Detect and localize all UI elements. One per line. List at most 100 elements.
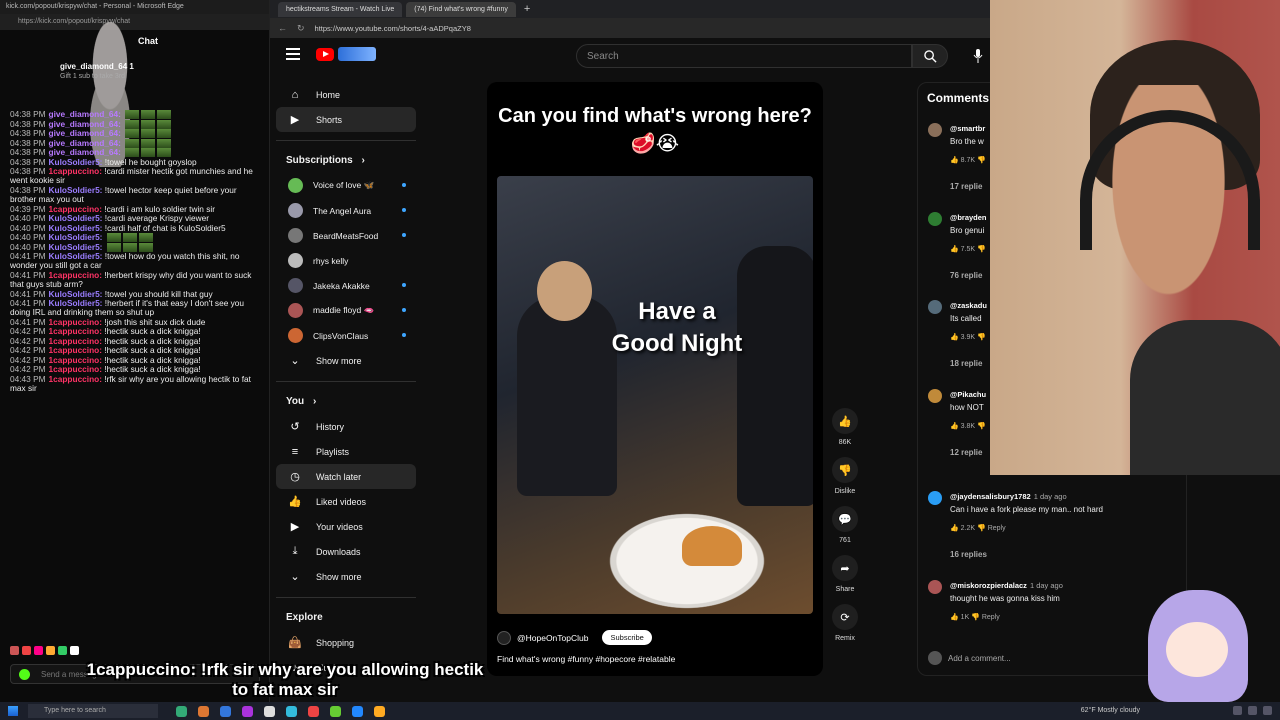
- subscriptions-heading[interactable]: Subscriptions ›: [276, 147, 416, 173]
- video-frame[interactable]: Have a Good Night: [497, 176, 813, 614]
- you-heading[interactable]: You ›: [276, 388, 416, 414]
- subscription-item[interactable]: The Angel Aura: [276, 198, 416, 223]
- commenter-handle[interactable]: @zaskadu: [950, 301, 987, 310]
- reload-icon[interactable]: ↻: [297, 23, 305, 34]
- tray-icon[interactable]: [1248, 706, 1257, 715]
- reply-button[interactable]: Reply: [982, 614, 1000, 621]
- commenter-handle[interactable]: @Pikachu: [950, 390, 986, 399]
- thumbs-up-icon[interactable]: 👍: [950, 157, 961, 164]
- action-item[interactable]: 👍 86K: [827, 408, 863, 457]
- url-text[interactable]: https://www.youtube.com/shorts/4-aADPqaZ…: [315, 24, 471, 33]
- thumbs-down-icon[interactable]: 👎: [975, 525, 988, 532]
- app-icon[interactable]: [330, 705, 341, 717]
- action-item[interactable]: ➦ Share: [827, 555, 863, 604]
- channel-avatar[interactable]: [497, 630, 511, 645]
- message-user[interactable]: give_diamond_64:: [49, 119, 121, 129]
- commenter-name[interactable]: @brayden: [950, 213, 990, 222]
- thumbs-up-icon[interactable]: 👍: [950, 614, 961, 621]
- action-icon[interactable]: 👍: [832, 408, 858, 434]
- new-tab-icon[interactable]: +: [524, 3, 530, 15]
- explore-item[interactable]: 👜 Shopping: [276, 630, 416, 655]
- message-user[interactable]: give_diamond_64:: [49, 128, 121, 138]
- app-icon[interactable]: [374, 705, 385, 717]
- tab-youtube-short[interactable]: (74) Find what's wrong #funny: [406, 1, 516, 17]
- commenter-handle[interactable]: @brayden: [950, 213, 987, 222]
- subscription-item[interactable]: Voice of love 🦋: [276, 173, 416, 198]
- youtube-doodle-logo[interactable]: [338, 47, 376, 61]
- thumbs-up-icon[interactable]: 👍: [950, 525, 961, 532]
- app-icon[interactable]: [352, 705, 363, 717]
- commenter-handle[interactable]: @miskorozpierdalacz: [950, 581, 1027, 590]
- action-icon[interactable]: ➦: [832, 555, 858, 581]
- menu-icon[interactable]: [286, 48, 300, 60]
- commenter-avatar[interactable]: [928, 123, 942, 137]
- replies-toggle[interactable]: 16 replies: [950, 550, 987, 559]
- address-bar[interactable]: ← ↻ https://www.youtube.com/shorts/4-aAD…: [270, 18, 990, 38]
- commenter-name[interactable]: @Pikachu: [950, 390, 989, 399]
- app-icon[interactable]: [220, 705, 231, 717]
- action-icon[interactable]: 👎: [832, 457, 858, 483]
- thumbs-down-icon[interactable]: 👎: [975, 157, 986, 164]
- add-comment-row[interactable]: Add a comment...: [928, 651, 1011, 665]
- back-icon[interactable]: ←: [278, 23, 287, 33]
- tray-icon[interactable]: [1233, 706, 1242, 715]
- app-icon[interactable]: [286, 705, 297, 717]
- emote-bar[interactable]: [10, 646, 185, 658]
- message-user[interactable]: KuloSoldier5:: [49, 232, 103, 242]
- shorts-player[interactable]: Can you find what's wrong here? 🥩😭 Have …: [487, 82, 823, 676]
- replies-toggle[interactable]: 76 replie: [950, 271, 982, 280]
- you-item[interactable]: ⤓ Downloads: [276, 539, 416, 564]
- search-input[interactable]: Search: [576, 44, 912, 68]
- replies-toggle[interactable]: 18 replie: [950, 359, 982, 368]
- start-icon[interactable]: [8, 706, 18, 716]
- show-more-subscriptions[interactable]: ⌄ Show more: [276, 348, 416, 373]
- search-button[interactable]: [912, 44, 948, 68]
- action-item[interactable]: ⟳ Remix: [827, 604, 863, 653]
- subscribe-button[interactable]: Subscribe: [602, 630, 652, 645]
- app-icon[interactable]: [264, 705, 275, 717]
- replies-toggle[interactable]: 12 replie: [950, 448, 982, 457]
- commenter-name[interactable]: @miskorozpierdalacz 1 day ago: [950, 581, 1063, 590]
- you-item[interactable]: ▶ Your videos: [276, 514, 416, 539]
- replies-toggle[interactable]: 17 replie: [950, 182, 982, 191]
- commenter-avatar[interactable]: [928, 300, 942, 314]
- action-icon[interactable]: 💬: [832, 506, 858, 532]
- app-icon[interactable]: [198, 705, 209, 717]
- you-item[interactable]: ◷ Watch later: [276, 464, 416, 489]
- commenter-name[interactable]: @zaskadu: [950, 301, 990, 310]
- message-user[interactable]: give_diamond_64:: [49, 109, 121, 119]
- message-user[interactable]: 1cappuccino:: [49, 374, 102, 384]
- action-item[interactable]: 💬 761: [827, 506, 863, 555]
- commenter-name[interactable]: @smartbr: [950, 124, 988, 133]
- action-item[interactable]: 👎 Dislike: [827, 457, 863, 506]
- video-description[interactable]: Find what's wrong #funny #hopecore #rela…: [497, 654, 675, 664]
- you-item[interactable]: ↺ History: [276, 414, 416, 439]
- thumbs-down-icon[interactable]: 👎: [975, 334, 986, 341]
- nav-home[interactable]: ⌂ Home: [276, 82, 416, 107]
- thumbs-down-icon[interactable]: 👎: [975, 423, 986, 430]
- subscription-item[interactable]: ClipsVonClaus: [276, 323, 416, 348]
- app-icon[interactable]: [242, 705, 253, 717]
- commenter-handle[interactable]: @smartbr: [950, 124, 985, 133]
- commenter-avatar[interactable]: [928, 212, 942, 226]
- commenter-handle[interactable]: @jaydensalisbury1782: [950, 492, 1031, 501]
- channel-name[interactable]: @HopeOnTopClub: [517, 633, 588, 643]
- commenter-avatar[interactable]: [928, 389, 942, 403]
- thumbs-up-icon[interactable]: 👍: [950, 334, 961, 341]
- app-icon[interactable]: [176, 705, 187, 717]
- youtube-logo-icon[interactable]: [316, 48, 334, 61]
- thumbs-down-icon[interactable]: 👎: [969, 614, 982, 621]
- commenter-avatar[interactable]: [928, 580, 942, 594]
- thumbs-up-icon[interactable]: 👍: [950, 423, 961, 430]
- commenter-avatar[interactable]: [928, 491, 942, 505]
- subscription-item[interactable]: rhys kelly: [276, 248, 416, 273]
- weather-widget[interactable]: 62°F Mostly cloudy: [1081, 707, 1140, 714]
- thumbs-up-icon[interactable]: 👍: [950, 246, 961, 253]
- commenter-name[interactable]: @jaydensalisbury1782 1 day ago: [950, 492, 1067, 501]
- you-item[interactable]: 👍 Liked videos: [276, 489, 416, 514]
- taskbar-search[interactable]: Type here to search: [28, 704, 158, 718]
- thumbs-down-icon[interactable]: 👎: [975, 246, 986, 253]
- subscription-item[interactable]: Jakeka Akakke: [276, 273, 416, 298]
- subscription-item[interactable]: BeardMeatsFood: [276, 223, 416, 248]
- reply-button[interactable]: Reply: [988, 525, 1006, 532]
